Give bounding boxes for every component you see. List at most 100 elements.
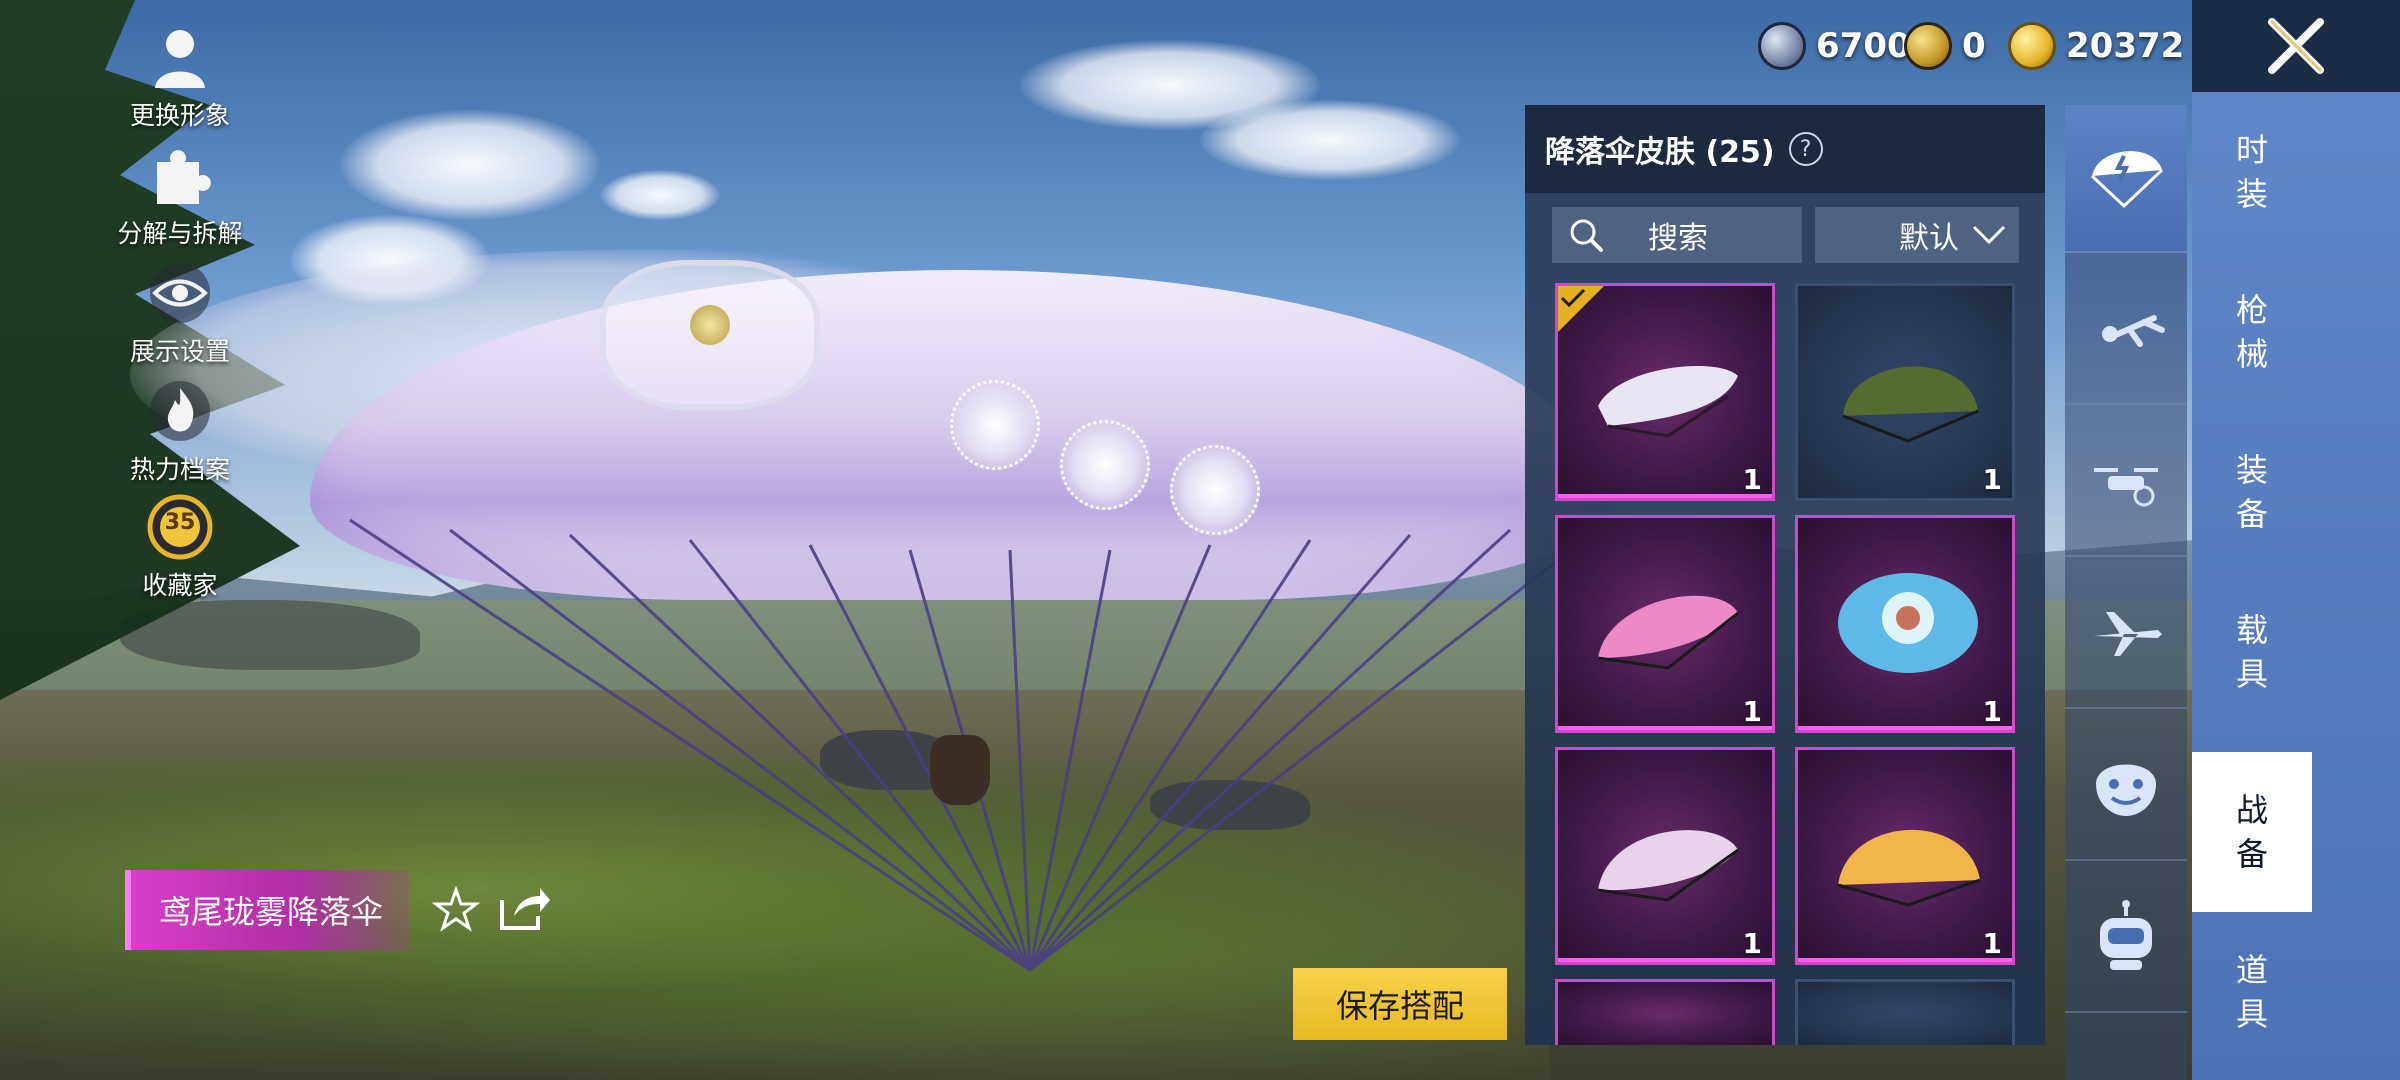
tab-combat-prep[interactable]: 战备 bbox=[2192, 752, 2312, 912]
bp-currency-value: 20372 bbox=[2066, 26, 2185, 66]
ag-currency[interactable]: 0 bbox=[1904, 20, 1986, 72]
bow-knot bbox=[690, 305, 730, 345]
item-quantity: 1 bbox=[1742, 463, 1762, 496]
category-emote[interactable] bbox=[2065, 713, 2187, 861]
selected-item-name: 鸢尾珑雾降落伞 bbox=[125, 870, 410, 950]
flame-icon bbox=[150, 381, 210, 441]
dismantle-button[interactable]: 分解与拆解 bbox=[100, 140, 260, 250]
gem-ornament bbox=[950, 380, 1040, 470]
left-menu-label: 更换形象 bbox=[129, 101, 230, 130]
category-airplane[interactable] bbox=[2065, 561, 2187, 709]
tab-label: 载具 bbox=[2235, 611, 2268, 693]
tab-equipment[interactable]: 装备 bbox=[2192, 412, 2312, 572]
close-button[interactable] bbox=[2192, 0, 2400, 92]
save-outfit-button[interactable]: 保存搭配 bbox=[1293, 968, 1507, 1040]
left-menu-label: 分解与拆解 bbox=[117, 219, 243, 248]
left-menu-label: 展示设置 bbox=[129, 337, 230, 366]
tab-items[interactable]: 道具 bbox=[2192, 912, 2312, 1072]
rarity-bar bbox=[1558, 958, 1772, 962]
item-slot[interactable]: 1 bbox=[1795, 747, 2015, 965]
item-slot[interactable]: 1 bbox=[1555, 515, 1775, 733]
tab-label: 装备 bbox=[2235, 451, 2268, 533]
item-slot[interactable]: 1 bbox=[1795, 515, 2015, 733]
person-icon bbox=[155, 30, 205, 88]
left-menu-label: 收藏家 bbox=[142, 571, 218, 600]
eye-icon bbox=[150, 263, 210, 323]
item-slot[interactable] bbox=[1795, 979, 2015, 1045]
parachute-preview[interactable] bbox=[130, 230, 1611, 972]
bp-coin-icon bbox=[2008, 22, 2056, 70]
search-icon bbox=[1570, 219, 1603, 252]
change-appearance-button[interactable]: 更换形象 bbox=[100, 22, 260, 132]
puzzle-icon bbox=[157, 150, 211, 204]
silver-coin-icon bbox=[1758, 22, 1806, 70]
save-button-label: 保存搭配 bbox=[1335, 987, 1464, 1025]
item-quantity: 1 bbox=[1742, 695, 1762, 728]
heat-archive-button[interactable]: 热力档案 bbox=[100, 376, 260, 486]
close-icon bbox=[2268, 18, 2324, 74]
display-settings-button[interactable]: 展示设置 bbox=[100, 258, 260, 368]
gem-ornament bbox=[1060, 420, 1150, 510]
airplane-icon bbox=[2094, 612, 2162, 656]
selected-check-icon bbox=[1558, 286, 1606, 334]
search-input[interactable]: 搜索 bbox=[1552, 207, 1802, 263]
tab-label: 战备 bbox=[2235, 791, 2268, 873]
item-slot[interactable] bbox=[1555, 979, 1775, 1045]
silver-currency-value: 6700 bbox=[1816, 26, 1911, 66]
sort-dropdown[interactable]: 默认 bbox=[1815, 207, 2019, 263]
left-menu-label: 热力档案 bbox=[129, 455, 230, 484]
ag-coin-icon bbox=[1904, 22, 1952, 70]
emote-icon bbox=[2096, 764, 2156, 816]
bp-currency[interactable]: 20372 bbox=[2008, 20, 2184, 72]
tab-fashion[interactable]: 时装 bbox=[2192, 92, 2312, 252]
tab-label: 枪械 bbox=[2235, 291, 2268, 373]
parachute-skin-icon bbox=[1837, 829, 1981, 907]
sort-label: 默认 bbox=[1899, 221, 1959, 256]
item-quantity: 1 bbox=[1982, 695, 2002, 728]
collector-level: 35 bbox=[164, 510, 196, 535]
item-slot[interactable]: 1 bbox=[1555, 283, 1775, 501]
category-parachute[interactable] bbox=[2065, 105, 2187, 253]
panel-header: 降落伞皮肤 (25) ? bbox=[1525, 105, 2045, 193]
item-slot[interactable]: 1 bbox=[1555, 747, 1775, 965]
parachute-icon bbox=[2090, 151, 2164, 209]
category-drone[interactable] bbox=[2065, 409, 2187, 557]
silver-currency[interactable]: 6700 bbox=[1758, 20, 1911, 72]
star-icon bbox=[431, 885, 481, 932]
collector-button[interactable]: 35 收藏家 bbox=[100, 492, 260, 602]
parachute-skin-panel: 降落伞皮肤 (25) ? 搜索 默认 1 1 1 1 1 1 bbox=[1525, 105, 2045, 1045]
rarity-bar bbox=[1558, 494, 1772, 498]
rarity-bar bbox=[1798, 726, 2012, 730]
parachute-skin-icon bbox=[1598, 366, 1738, 438]
ag-currency-value: 0 bbox=[1962, 26, 1986, 66]
character-silhouette bbox=[930, 735, 990, 805]
tab-label: 道具 bbox=[2235, 951, 2268, 1033]
parachute-skin-icon bbox=[1597, 595, 1739, 670]
share-button[interactable] bbox=[496, 882, 552, 934]
rarity-bar bbox=[1798, 958, 2012, 962]
tab-weapons[interactable]: 枪械 bbox=[2192, 252, 2312, 412]
share-icon bbox=[500, 888, 550, 930]
item-quantity: 1 bbox=[1982, 927, 2002, 960]
rarity-bar bbox=[1558, 726, 1772, 730]
tab-vehicles[interactable]: 载具 bbox=[2192, 572, 2312, 732]
item-quantity: 1 bbox=[1742, 927, 1762, 960]
category-skydiver[interactable] bbox=[2065, 257, 2187, 405]
parachute-skin-icon bbox=[1838, 573, 1978, 673]
chevron-down-icon bbox=[1972, 225, 2006, 245]
category-robot[interactable] bbox=[2065, 865, 2187, 1013]
skydiver-icon bbox=[2102, 315, 2165, 347]
search-label: 搜索 bbox=[1648, 221, 1708, 256]
favorite-button[interactable] bbox=[431, 885, 481, 934]
drone-icon bbox=[2094, 468, 2158, 507]
help-icon[interactable]: ? bbox=[1788, 132, 1823, 166]
parachute-skin-icon bbox=[1842, 366, 1979, 443]
category-column bbox=[2065, 105, 2187, 1080]
item-slot[interactable]: 1 bbox=[1795, 283, 2015, 501]
parachute-skin-icon bbox=[1597, 830, 1739, 902]
item-name-label: 鸢尾珑雾降落伞 bbox=[159, 893, 384, 931]
cloud bbox=[340, 110, 600, 220]
tab-label: 时装 bbox=[2235, 131, 2268, 213]
main-tab-column: 时装 枪械 装备 载具 战备 道具 bbox=[2192, 92, 2400, 1080]
cloud bbox=[1200, 100, 1460, 180]
